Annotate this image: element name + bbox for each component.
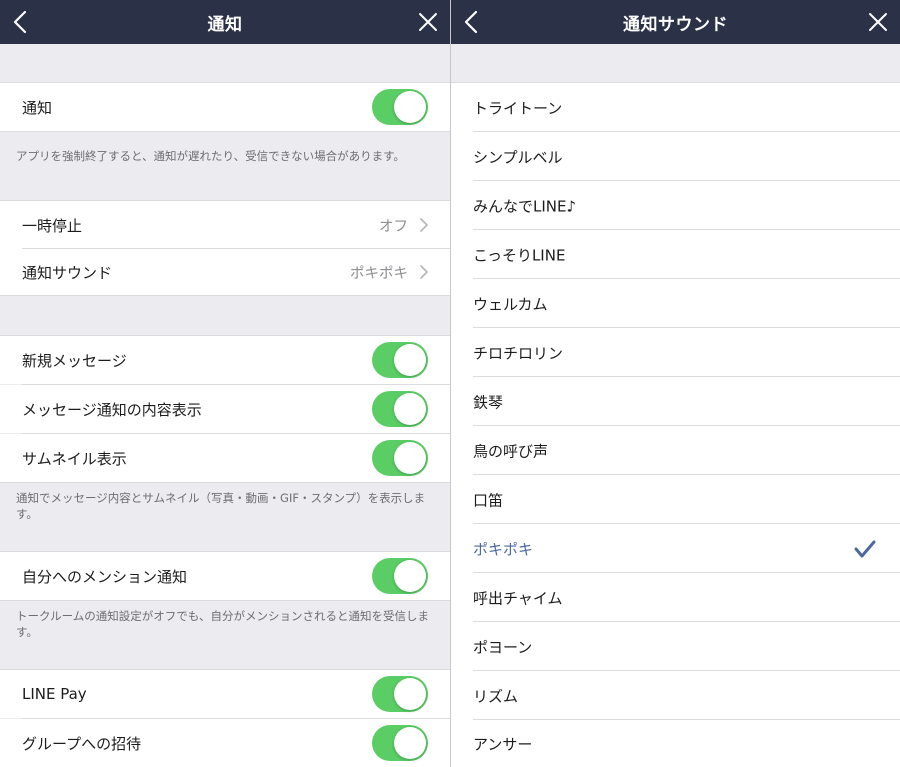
- sound-item[interactable]: トライトーン: [451, 83, 900, 132]
- notification-toggle[interactable]: [372, 89, 428, 125]
- mention-toggle[interactable]: [372, 558, 428, 594]
- divider: [0, 131, 450, 132]
- sound-label: 鉄琴: [473, 393, 504, 411]
- toggle-knob: [394, 442, 426, 474]
- row-pause[interactable]: 一時停止 オフ: [0, 201, 450, 249]
- navbar-left: 通知: [0, 0, 450, 44]
- toggle-knob: [394, 727, 426, 759]
- sound-label: リズム: [473, 687, 519, 705]
- row-line-pay[interactable]: LINE Pay: [0, 670, 450, 718]
- pause-value: オフ: [379, 218, 408, 235]
- thumbnail-toggle[interactable]: [372, 440, 428, 476]
- notification-settings-panel: 通知 通知 アプリを強制終了すると、通知が遅れたり、受信できない場合があります。…: [0, 0, 450, 767]
- close-button-right[interactable]: [864, 6, 892, 38]
- thumbnail-note: 通知でメッセージ内容とサムネイル（写真・動画・GIF・スタンプ）を表示します。: [16, 491, 426, 521]
- row-label: メッセージ通知の内容表示: [22, 400, 202, 419]
- sound-item[interactable]: アンサー: [451, 720, 900, 767]
- row-notification[interactable]: 通知: [0, 83, 450, 131]
- sound-item[interactable]: 呼出チャイム: [451, 573, 900, 622]
- toggle-knob: [394, 560, 426, 592]
- row-label: 新規メッセージ: [22, 351, 127, 370]
- sound-label: 鳥の呼び声: [473, 442, 549, 460]
- row-label: 通知サウンド: [22, 263, 113, 282]
- toggle-knob: [394, 393, 426, 425]
- close-button-left[interactable]: [414, 6, 442, 38]
- sound-label: こっそりLINE: [473, 246, 566, 264]
- checkmark-icon: [854, 540, 876, 557]
- sound-label: アンサー: [473, 735, 533, 753]
- sound-item[interactable]: シンプルベル: [451, 132, 900, 181]
- header-spacer: [451, 44, 900, 82]
- sound-item[interactable]: 鳥の呼び声: [451, 426, 900, 475]
- new-message-toggle[interactable]: [372, 342, 428, 378]
- force-quit-note: アプリを強制終了すると、通知が遅れたり、受信できない場合があります。: [16, 149, 405, 163]
- sound-item[interactable]: 口笛: [451, 475, 900, 524]
- divider: [0, 600, 450, 601]
- row-label: 一時停止: [22, 216, 83, 235]
- notification-sound-panel: 通知サウンド トライトーン シンプルベル みんなでLINE♪ こっそりLINE …: [450, 0, 900, 767]
- sound-item[interactable]: みんなでLINE♪: [451, 181, 900, 230]
- sound-label: 呼出チャイム: [473, 589, 563, 607]
- page-title-right: 通知サウンド: [623, 14, 728, 35]
- row-notification-sound[interactable]: 通知サウンド ポキポキ: [0, 249, 450, 295]
- row-label: 通知: [22, 98, 53, 117]
- row-message-content[interactable]: メッセージ通知の内容表示: [0, 385, 450, 433]
- message-content-toggle[interactable]: [372, 391, 428, 427]
- row-mention[interactable]: 自分へのメンション通知: [0, 552, 450, 600]
- chevron-right-icon: [420, 218, 428, 232]
- toggle-knob: [394, 91, 426, 123]
- sound-item[interactable]: こっそりLINE: [451, 230, 900, 279]
- sound-value: ポキポキ: [350, 265, 408, 282]
- back-button-right[interactable]: [457, 6, 485, 38]
- close-icon: [869, 13, 887, 31]
- chevron-left-icon: [464, 10, 478, 34]
- close-icon: [419, 13, 437, 31]
- toggle-knob: [394, 344, 426, 376]
- back-button-left[interactable]: [6, 6, 34, 38]
- row-thumbnail[interactable]: サムネイル表示: [0, 434, 450, 482]
- line-pay-toggle[interactable]: [372, 676, 428, 712]
- sound-label: ウェルカム: [473, 295, 548, 313]
- sound-label: ポキポキ: [473, 540, 534, 558]
- row-label: サムネイル表示: [22, 449, 127, 468]
- toggle-knob: [394, 678, 426, 710]
- sound-item[interactable]: リズム: [451, 671, 900, 720]
- page-title-left: 通知: [207, 14, 243, 35]
- divider: [0, 482, 450, 483]
- sound-label: ポヨーン: [473, 638, 533, 656]
- chevron-right-icon: [420, 265, 428, 279]
- sound-item[interactable]: 鉄琴: [451, 377, 900, 426]
- sound-label: チロチロリン: [473, 344, 564, 362]
- sound-item-selected[interactable]: ポキポキ: [451, 524, 900, 573]
- sound-item[interactable]: ウェルカム: [451, 279, 900, 328]
- mention-note: トークルームの通知設定がオフでも、自分がメンションされると通知を受信します。: [16, 609, 429, 639]
- sound-label: 口笛: [473, 491, 504, 509]
- row-label: 自分へのメンション通知: [22, 567, 188, 586]
- navbar-right: 通知サウンド: [451, 0, 900, 44]
- divider: [0, 295, 450, 296]
- row-label: グループへの招待: [22, 734, 142, 753]
- row-group-invite[interactable]: グループへの招待: [0, 719, 450, 767]
- sound-item[interactable]: チロチロリン: [451, 328, 900, 377]
- row-new-message[interactable]: 新規メッセージ: [0, 336, 450, 384]
- sound-item[interactable]: ポヨーン: [451, 622, 900, 671]
- sound-label: シンプルベル: [473, 148, 563, 166]
- chevron-left-icon: [13, 10, 27, 34]
- sound-label: みんなでLINE♪: [473, 197, 577, 215]
- group-invite-toggle[interactable]: [372, 725, 428, 761]
- row-label: LINE Pay: [22, 685, 87, 703]
- sound-label: トライトーン: [473, 99, 563, 117]
